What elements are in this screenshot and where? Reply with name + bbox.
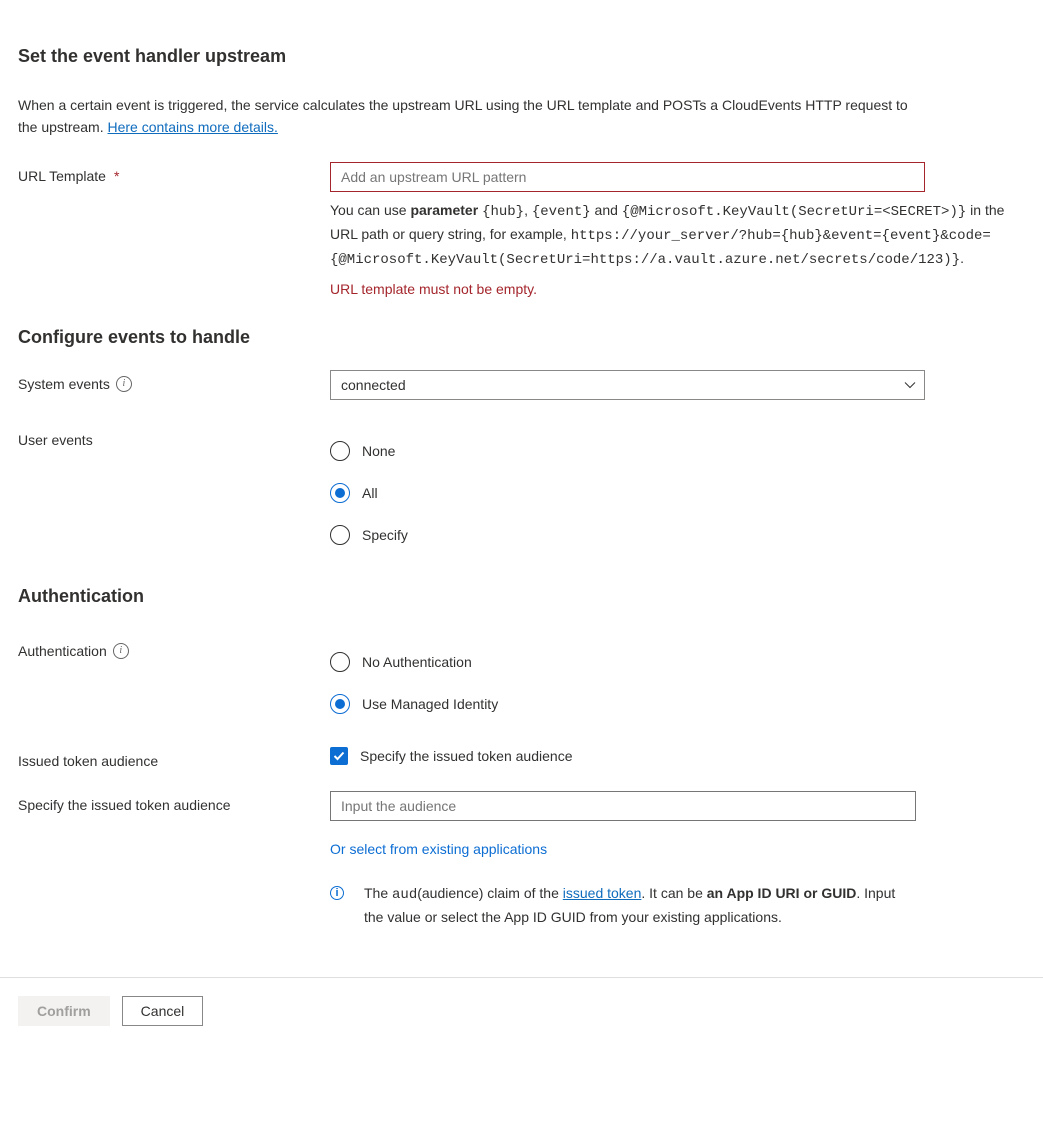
- footer: Confirm Cancel: [0, 977, 1043, 1044]
- radio-label: Use Managed Identity: [362, 696, 498, 712]
- issued-token-link[interactable]: issued token: [563, 885, 642, 901]
- url-template-input[interactable]: [330, 162, 925, 192]
- auth-radio-managed[interactable]: Use Managed Identity: [330, 683, 1010, 725]
- note-text: (audience) claim of the: [417, 885, 563, 901]
- system-events-label-text: System events: [18, 376, 110, 392]
- radio-icon: [330, 694, 350, 714]
- help-mono: {hub}: [482, 204, 524, 220]
- system-events-select[interactable]: connected: [330, 370, 925, 400]
- note-bold: an App ID URI or GUID: [707, 885, 857, 901]
- note-mono: aud: [392, 887, 417, 903]
- help-text: .: [960, 250, 964, 266]
- help-mono: {@Microsoft.KeyVault(SecretUri=<SECRET>)…: [622, 204, 966, 220]
- note-text: . It can be: [641, 885, 706, 901]
- url-template-label: URL Template *: [18, 162, 330, 184]
- chevron-down-icon: [904, 379, 916, 391]
- url-template-error: URL template must not be empty.: [330, 281, 1010, 297]
- radio-icon: [330, 483, 350, 503]
- checkbox-label: Specify the issued token audience: [360, 748, 572, 764]
- auth-radio-none[interactable]: No Authentication: [330, 641, 1010, 683]
- info-icon[interactable]: i: [116, 376, 132, 392]
- info-icon: i: [330, 886, 344, 900]
- system-events-value: connected: [341, 377, 406, 393]
- page-title: Set the event handler upstream: [18, 46, 1025, 67]
- issued-token-label: Issued token audience: [18, 747, 330, 769]
- help-mono: {event}: [532, 204, 591, 220]
- required-asterisk: *: [114, 168, 119, 184]
- note-text: The: [364, 885, 392, 901]
- help-text: ,: [524, 202, 532, 218]
- specify-audience-label: Specify the issued token audience: [18, 791, 330, 813]
- radio-label: All: [362, 485, 378, 501]
- user-events-radio-all[interactable]: All: [330, 472, 1010, 514]
- intro-details-link[interactable]: Here contains more details.: [108, 119, 278, 135]
- select-existing-app-link[interactable]: Or select from existing applications: [330, 841, 547, 857]
- specify-audience-label-text: Specify the issued token audience: [18, 797, 230, 813]
- intro-paragraph: When a certain event is triggered, the s…: [18, 95, 928, 138]
- url-template-help: You can use parameter {hub}, {event} and…: [330, 200, 1010, 271]
- user-events-label: User events: [18, 426, 330, 448]
- auth-heading: Authentication: [18, 586, 1025, 607]
- radio-icon: [330, 441, 350, 461]
- radio-label: No Authentication: [362, 654, 472, 670]
- radio-label: Specify: [362, 527, 408, 543]
- authentication-label-text: Authentication: [18, 643, 107, 659]
- specify-audience-checkbox[interactable]: [330, 747, 348, 765]
- url-template-label-text: URL Template: [18, 168, 106, 184]
- audience-input[interactable]: [330, 791, 916, 821]
- radio-label: None: [362, 443, 395, 459]
- issued-token-label-text: Issued token audience: [18, 753, 158, 769]
- help-bold: parameter: [410, 202, 482, 218]
- radio-icon: [330, 525, 350, 545]
- authentication-label: Authentication i: [18, 637, 330, 659]
- radio-icon: [330, 652, 350, 672]
- info-icon[interactable]: i: [113, 643, 129, 659]
- cancel-button[interactable]: Cancel: [122, 996, 204, 1026]
- events-heading: Configure events to handle: [18, 327, 1025, 348]
- confirm-button: Confirm: [18, 996, 110, 1026]
- audience-note: i The aud(audience) claim of the issued …: [330, 883, 910, 928]
- system-events-label: System events i: [18, 370, 330, 392]
- user-events-label-text: User events: [18, 432, 93, 448]
- help-text: and: [591, 202, 622, 218]
- user-events-radio-specify[interactable]: Specify: [330, 514, 1010, 556]
- user-events-radio-none[interactable]: None: [330, 430, 1010, 472]
- help-text: You can use: [330, 202, 410, 218]
